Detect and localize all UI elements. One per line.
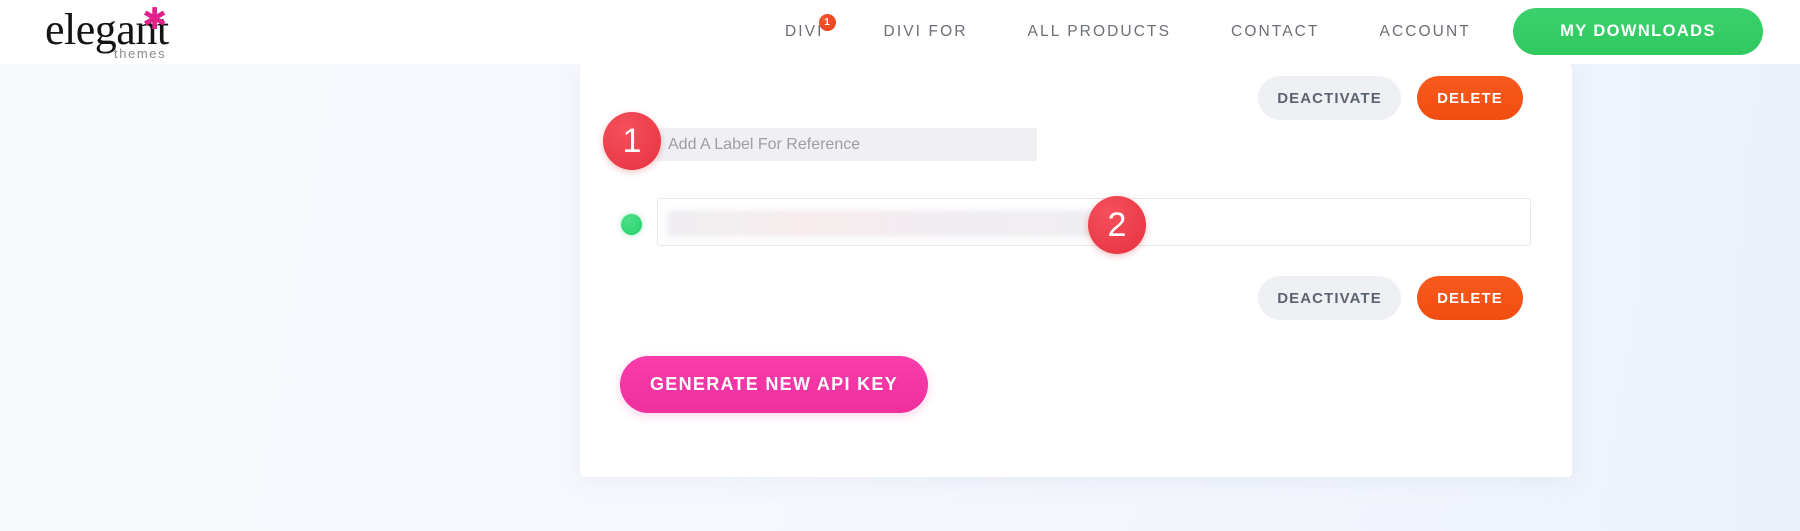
asterisk-icon: ✱	[142, 2, 168, 37]
divi-notification-badge: 1	[818, 14, 836, 31]
nav-item-all-products[interactable]: ALL PRODUCTS	[998, 23, 1202, 41]
api-key-redacted-value	[667, 210, 1101, 237]
generate-new-api-key-button[interactable]: GENERATE NEW API KEY	[620, 356, 928, 413]
my-downloads-button[interactable]: MY DOWNLOADS	[1513, 8, 1763, 55]
delete-button-1[interactable]: DELETE	[1417, 76, 1523, 120]
nav-item-label: ACCOUNT	[1379, 23, 1471, 40]
nav-item-label: CONTACT	[1231, 23, 1320, 40]
annotation-marker-1: 1	[603, 112, 661, 170]
nav-item-label: ALL PRODUCTS	[1027, 23, 1172, 40]
api-key-label-input[interactable]	[657, 128, 1037, 161]
api-key-actions-bottom: DEACTIVATE DELETE	[1258, 276, 1523, 320]
site-logo[interactable]: elegant ✱ themes	[45, 2, 235, 62]
nav-item-account[interactable]: ACCOUNT	[1350, 23, 1501, 41]
nav-item-divi[interactable]: DIVI 1	[755, 14, 854, 41]
main-navigation: DIVI 1 DIVI FOR ALL PRODUCTS CONTACT ACC…	[755, 0, 1501, 64]
api-key-actions-top: DEACTIVATE DELETE	[1258, 76, 1523, 120]
deactivate-button-1[interactable]: DEACTIVATE	[1258, 76, 1401, 120]
logo-subtext: themes	[114, 46, 167, 61]
nav-item-label: DIVI FOR	[883, 23, 968, 40]
api-key-card: DEACTIVATE DELETE DEACTIVATE DELETE GENE…	[580, 64, 1572, 477]
status-active-dot-icon	[621, 214, 642, 235]
site-header: elegant ✱ themes DIVI 1 DIVI FOR ALL PRO…	[0, 0, 1800, 64]
delete-button-2[interactable]: DELETE	[1417, 276, 1523, 320]
deactivate-button-2[interactable]: DEACTIVATE	[1258, 276, 1401, 320]
nav-item-label: DIVI	[785, 23, 824, 40]
annotation-marker-2: 2	[1088, 196, 1146, 254]
nav-item-divi-for[interactable]: DIVI FOR	[854, 23, 998, 41]
nav-item-contact[interactable]: CONTACT	[1201, 23, 1349, 41]
api-key-row	[620, 198, 1531, 246]
